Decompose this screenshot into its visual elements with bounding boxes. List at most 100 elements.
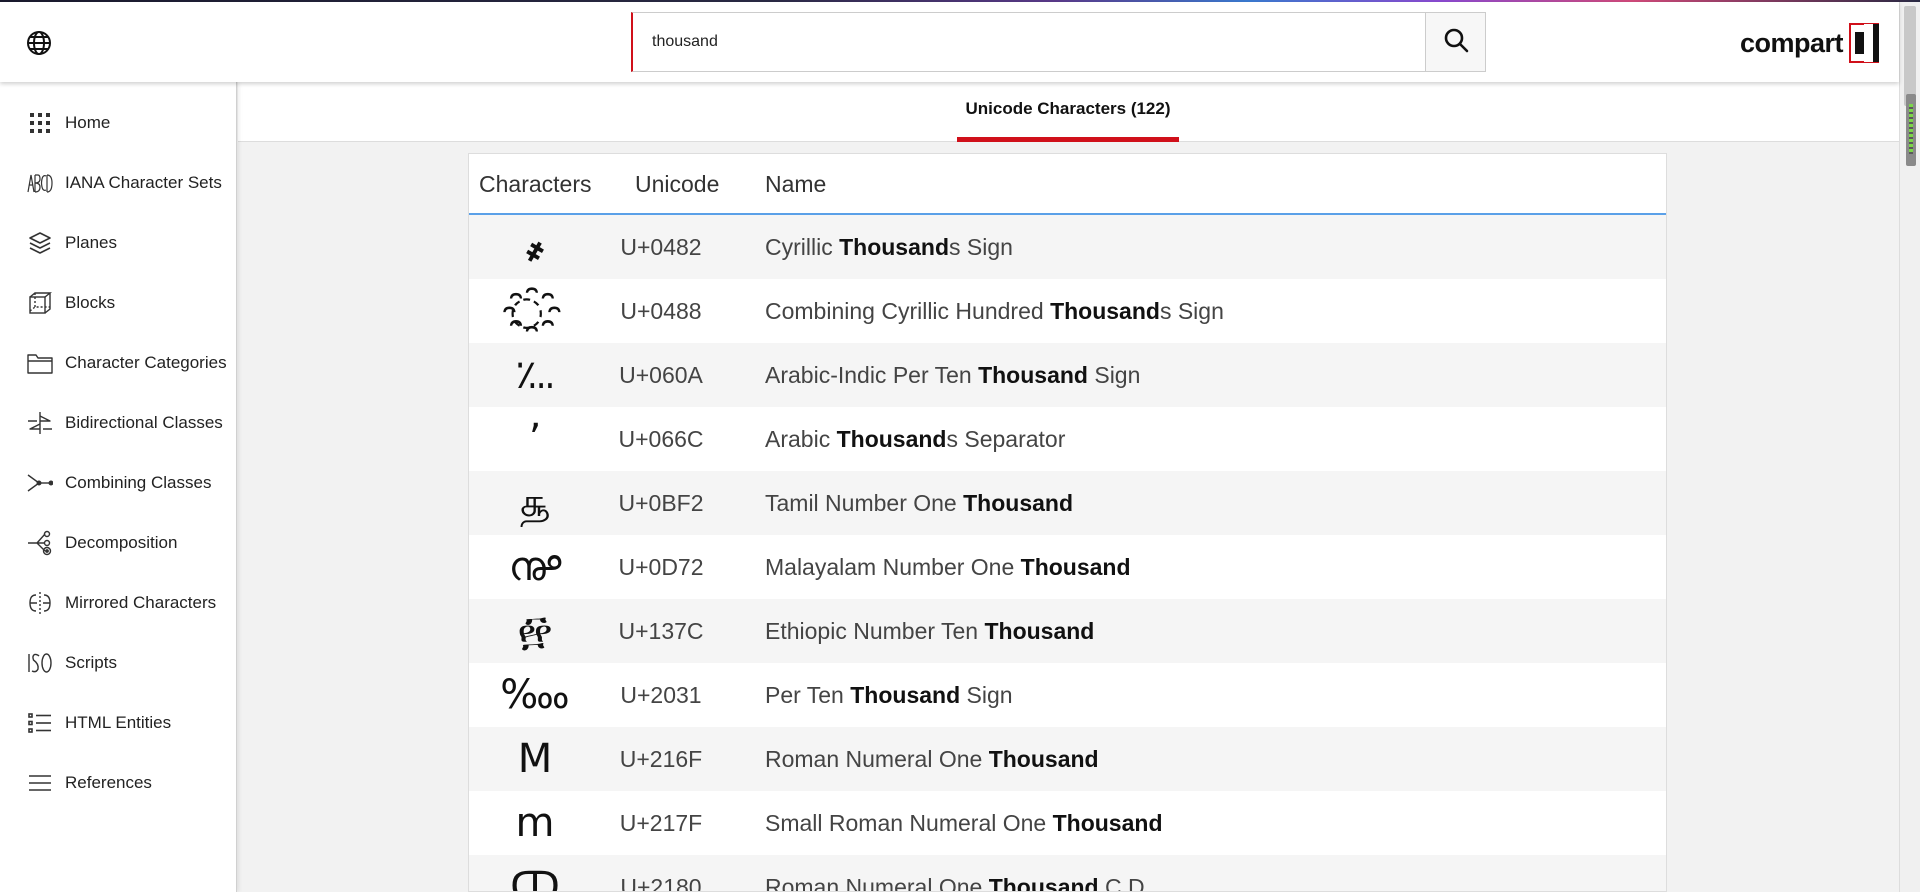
sidebar-item-planes[interactable]: Planes — [0, 221, 237, 265]
character-name[interactable]: Combining Cyrillic Hundred Thousands Sig… — [765, 279, 1224, 343]
character-glyph[interactable]: ؊ — [469, 343, 601, 407]
table-row[interactable]: ൲ U+0D72 Malayalam Number One Thousand — [469, 535, 1666, 599]
unicode-codepoint[interactable]: U+0482 — [601, 215, 721, 279]
sidebar-item-references[interactable]: References — [0, 761, 237, 805]
table-row[interactable]: Ⅿ U+216F Roman Numeral One Thousand — [469, 727, 1666, 791]
name-highlight: Thousand — [1050, 298, 1160, 324]
name-text: Roman Numeral One — [765, 746, 989, 772]
sidebar-item-iana-character-sets[interactable]: IANA Character Sets — [0, 161, 237, 205]
unicode-codepoint[interactable]: U+217F — [601, 791, 721, 855]
name-text: C D — [1098, 874, 1145, 892]
unicode-codepoint[interactable]: U+066C — [601, 407, 721, 471]
character-name[interactable]: Malayalam Number One Thousand — [765, 535, 1131, 599]
grid-icon — [27, 110, 53, 136]
unicode-codepoint[interactable]: U+0D72 — [601, 535, 721, 599]
sidebar-item-decomposition[interactable]: Decomposition — [0, 521, 237, 565]
sidebar-item-label: Blocks — [65, 293, 116, 312]
tab-unicode-characters[interactable]: Unicode Characters (122) — [957, 96, 1179, 142]
name-highlight: Thousand — [839, 234, 949, 260]
name-text: Sign — [960, 682, 1013, 708]
iso-icon — [27, 650, 53, 676]
name-text: Malayalam Number One — [765, 554, 1021, 580]
sidebar-item-label: Home — [65, 113, 111, 132]
cube-icon — [27, 290, 53, 316]
name-text: Arabic — [765, 426, 837, 452]
table-row[interactable]: ҂ U+0482 Cyrillic Thousands Sign — [469, 215, 1666, 279]
sidebar-item-character-categories[interactable]: Character Categories — [0, 341, 237, 385]
character-glyph[interactable]: ҂ — [469, 215, 601, 279]
name-text: Cyrillic — [765, 234, 840, 260]
column-header-characters[interactable]: Characters — [479, 154, 591, 215]
search-box — [631, 12, 1486, 72]
unicode-codepoint[interactable]: U+2031 — [601, 663, 721, 727]
name-text: s Separator — [946, 426, 1066, 452]
character-glyph[interactable]: Ⅿ — [469, 727, 601, 791]
unicode-codepoint[interactable]: U+0488 — [601, 279, 721, 343]
character-glyph[interactable]: ௲ — [469, 471, 601, 535]
character-name[interactable]: Tamil Number One Thousand — [765, 471, 1073, 535]
search-input[interactable] — [633, 13, 1426, 71]
table-row[interactable]: ፼ U+137C Ethiopic Number Ten Thousand — [469, 599, 1666, 663]
character-name[interactable]: Roman Numeral One Thousand — [765, 727, 1099, 791]
mirror-icon — [27, 590, 53, 616]
sidebar-item-html-entities[interactable]: HTML Entities — [0, 701, 237, 745]
unicode-codepoint[interactable]: U+216F — [601, 727, 721, 791]
sidebar: Home IANA Character Sets Planes Blocks C… — [0, 82, 237, 892]
search-button[interactable] — [1425, 13, 1485, 71]
table-row[interactable]: ◌҈ U+0488 Combining Cyrillic Hundred Thous… — [469, 279, 1666, 343]
sidebar-item-label: References — [65, 773, 152, 792]
character-name[interactable]: Small Roman Numeral One Thousand — [765, 791, 1163, 855]
table-row[interactable]: ௲ U+0BF2 Tamil Number One Thousand — [469, 471, 1666, 535]
character-glyph[interactable]: ፼ — [469, 599, 601, 663]
column-header-unicode[interactable]: Unicode — [635, 154, 719, 215]
sidebar-item-label: Character Categories — [65, 353, 227, 372]
sidebar-item-label: IANA Character Sets — [65, 173, 222, 192]
name-text: Arabic-Indic Per Ten — [765, 362, 979, 388]
character-name[interactable]: Per Ten Thousand Sign — [765, 663, 1013, 727]
folder-icon — [27, 350, 53, 376]
compart-logo[interactable]: compart — [1740, 22, 1880, 64]
sidebar-item-blocks[interactable]: Blocks — [0, 281, 237, 325]
name-text: Combining Cyrillic Hundred — [765, 298, 1051, 324]
tab-bar: Unicode Characters (122) — [238, 82, 1899, 142]
unicode-codepoint[interactable]: U+060A — [601, 343, 721, 407]
layers-icon — [27, 230, 53, 256]
character-glyph[interactable]: ‱ — [469, 663, 601, 727]
table-row[interactable]: ‱ U+2031 Per Ten Thousand Sign — [469, 663, 1666, 727]
unicode-codepoint[interactable]: U+2180 — [601, 855, 721, 891]
scrollbar-thumb[interactable] — [1904, 6, 1916, 106]
character-name[interactable]: Arabic Thousands Separator — [765, 407, 1065, 471]
sidebar-item-mirrored-characters[interactable]: Mirrored Characters — [0, 581, 237, 625]
sidebar-item-label: Decomposition — [65, 533, 178, 552]
table-header: Characters Unicode Name — [469, 154, 1666, 215]
name-text: s Sign — [1159, 298, 1224, 324]
character-glyph[interactable]: ٬ — [469, 407, 601, 471]
unicode-codepoint[interactable]: U+0BF2 — [601, 471, 721, 535]
sidebar-item-bidirectional-classes[interactable]: Bidirectional Classes — [0, 401, 237, 445]
sidebar-item-label: Bidirectional Classes — [65, 413, 223, 432]
character-glyph[interactable]: ⅿ — [469, 791, 601, 855]
character-glyph[interactable]: ◌҈ — [469, 279, 601, 343]
character-glyph[interactable]: ൲ — [469, 535, 601, 599]
sidebar-item-scripts[interactable]: Scripts — [0, 641, 237, 685]
character-name[interactable]: Arabic-Indic Per Ten Thousand Sign — [765, 343, 1140, 407]
globe-icon[interactable] — [26, 30, 52, 56]
character-glyph[interactable]: ↀ — [469, 855, 601, 891]
decompose-icon — [27, 530, 53, 556]
character-name[interactable]: Cyrillic Thousands Sign — [765, 215, 1013, 279]
character-name[interactable]: Ethiopic Number Ten Thousand — [765, 599, 1094, 663]
table-row[interactable]: ⅿ U+217F Small Roman Numeral One Thousand — [469, 791, 1666, 855]
results-table: Characters Unicode Name ҂ U+0482 Cyrillic … — [468, 153, 1667, 892]
table-row[interactable]: ٬ U+066C Arabic Thousands Separator — [469, 407, 1666, 471]
sidebar-item-home[interactable]: Home — [0, 101, 237, 145]
table-row[interactable]: ↀ U+2180 Roman Numeral One Thousand C D — [469, 855, 1666, 892]
character-name[interactable]: Roman Numeral One Thousand C D — [765, 855, 1145, 892]
column-header-name[interactable]: Name — [765, 154, 826, 215]
sidebar-item-combining-classes[interactable]: Combining Classes — [0, 461, 237, 505]
table-row[interactable]: ؊ U+060A Arabic-Indic Per Ten Thousand Sig… — [469, 343, 1666, 407]
name-text: s Sign — [949, 234, 1013, 260]
page-scrollbar[interactable] — [1899, 2, 1920, 892]
sidebar-item-label: Scripts — [65, 653, 117, 672]
unicode-codepoint[interactable]: U+137C — [601, 599, 721, 663]
name-highlight: Thousand — [978, 362, 1088, 388]
